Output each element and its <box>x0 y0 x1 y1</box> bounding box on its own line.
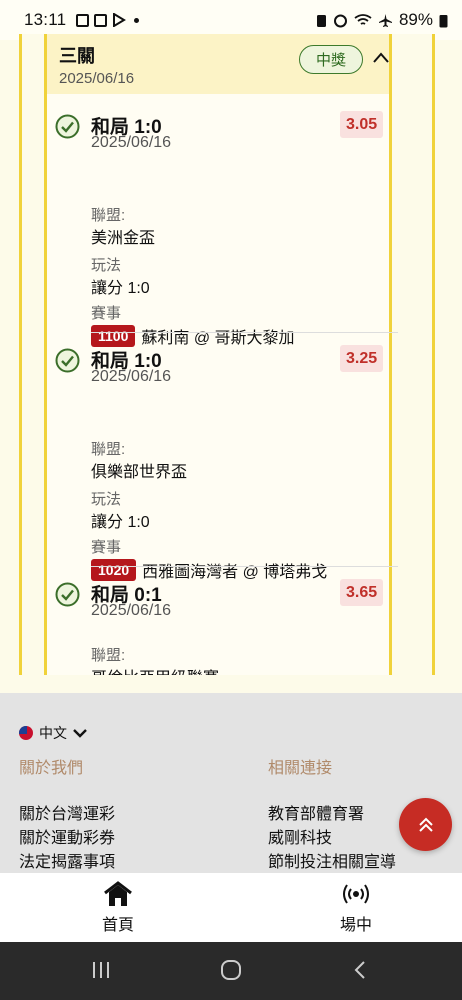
bet-date: 2025/06/16 <box>91 602 172 619</box>
play-value: 讓分 1:0 <box>91 280 150 297</box>
play-value: 讓分 1:0 <box>91 514 150 531</box>
battery-saver-icon <box>316 14 326 27</box>
bet-date: 2025/06/16 <box>91 134 172 151</box>
battery-percent: 89% <box>398 10 433 29</box>
bottom-nav: 首頁 場中 <box>0 873 462 942</box>
footer-link[interactable]: 法定揭露事項 <box>19 848 115 872</box>
parlay-card: 三關 2025/06/16 中獎 和局 1:0 2025/06/16 3.05 … <box>44 34 398 675</box>
nav-home[interactable]: 首頁 <box>102 881 134 935</box>
event-label: 賽事 <box>91 305 122 322</box>
taiwan-flag-icon <box>19 726 33 740</box>
system-icons: 89% <box>316 10 448 30</box>
site-footer: 中文 關於我們 相關連接 關於台灣運彩 關於運動彩券 法定揭露事項 教育部體育署… <box>0 693 462 873</box>
bet-item: 和局 1:0 2025/06/16 3.05 聯盟: 美洲金盃 玩法 讓分 1:… <box>47 94 389 347</box>
odds-badge: 3.05 <box>340 111 384 138</box>
home-icon <box>104 881 132 906</box>
sportslottery-icon <box>94 13 108 27</box>
footer-link[interactable]: 教育部體育署 <box>268 800 364 824</box>
double-chevron-up-icon <box>418 817 433 832</box>
league-value: 美洲金盃 <box>91 230 156 247</box>
nav-live[interactable]: 場中 <box>340 881 372 935</box>
home-button-icon[interactable] <box>220 960 242 980</box>
check-circle-icon <box>55 114 80 139</box>
play-store-icon <box>113 13 127 27</box>
language-label: 中文 <box>39 725 67 741</box>
footer-heading-about: 關於我們 <box>19 760 84 777</box>
footer-link[interactable]: 關於台灣運彩 <box>19 800 115 824</box>
parlay-header[interactable]: 三關 2025/06/16 中獎 <box>47 34 389 94</box>
bet-date: 2025/06/16 <box>91 368 172 385</box>
battery-icon <box>439 14 448 27</box>
nav-live-label: 場中 <box>340 917 373 934</box>
live-broadcast-icon <box>343 884 369 904</box>
nav-home-label: 首頁 <box>102 917 135 934</box>
play-label: 玩法 <box>91 491 122 508</box>
chevron-up-icon[interactable] <box>373 50 389 66</box>
footer-heading-links: 相關連接 <box>268 760 333 777</box>
odds-badge: 3.65 <box>340 579 384 606</box>
more-dot-icon <box>134 17 140 23</box>
chevron-down-icon <box>73 729 87 738</box>
league-value: 哥倫比亞甲級聯賽 <box>91 664 219 675</box>
airplane-icon <box>378 13 392 27</box>
play-label: 玩法 <box>91 257 122 274</box>
check-circle-icon <box>55 348 80 373</box>
alarm-icon <box>333 14 347 27</box>
status-time: 13:11 <box>24 10 67 29</box>
bet-item: 和局 1:0 2025/06/16 3.25 聯盟: 俱樂部世界盃 玩法 讓分 … <box>47 328 389 581</box>
footer-link[interactable]: 關於運動彩券 <box>19 824 115 848</box>
bet-slip-container: 三關 2025/06/16 中獎 和局 1:0 2025/06/16 3.05 … <box>19 34 435 675</box>
odds-badge: 3.25 <box>340 345 384 372</box>
check-circle-icon <box>55 582 80 607</box>
wifi-icon <box>354 13 372 25</box>
system-navigation-bar <box>0 942 462 1000</box>
language-selector[interactable]: 中文 <box>19 723 87 743</box>
bet-item: 和局 0:1 2025/06/16 3.65 聯盟: 哥倫比亞甲級聯賽 <box>47 562 389 675</box>
league-label: 聯盟: <box>91 207 126 224</box>
notification-icons <box>76 13 140 27</box>
footer-link[interactable]: 節制投注相關宣導 <box>268 848 396 872</box>
scroll-to-top-button[interactable] <box>399 798 452 851</box>
league-label: 聯盟: <box>91 647 126 664</box>
back-icon[interactable] <box>352 960 368 980</box>
league-label: 聯盟: <box>91 441 126 458</box>
footer-link[interactable]: 威剛科技 <box>268 824 332 848</box>
win-badge: 中獎 <box>299 45 363 74</box>
event-label: 賽事 <box>91 539 122 556</box>
recent-apps-icon[interactable] <box>91 960 111 980</box>
league-value: 俱樂部世界盃 <box>91 464 188 481</box>
gallery-icon <box>76 13 90 27</box>
